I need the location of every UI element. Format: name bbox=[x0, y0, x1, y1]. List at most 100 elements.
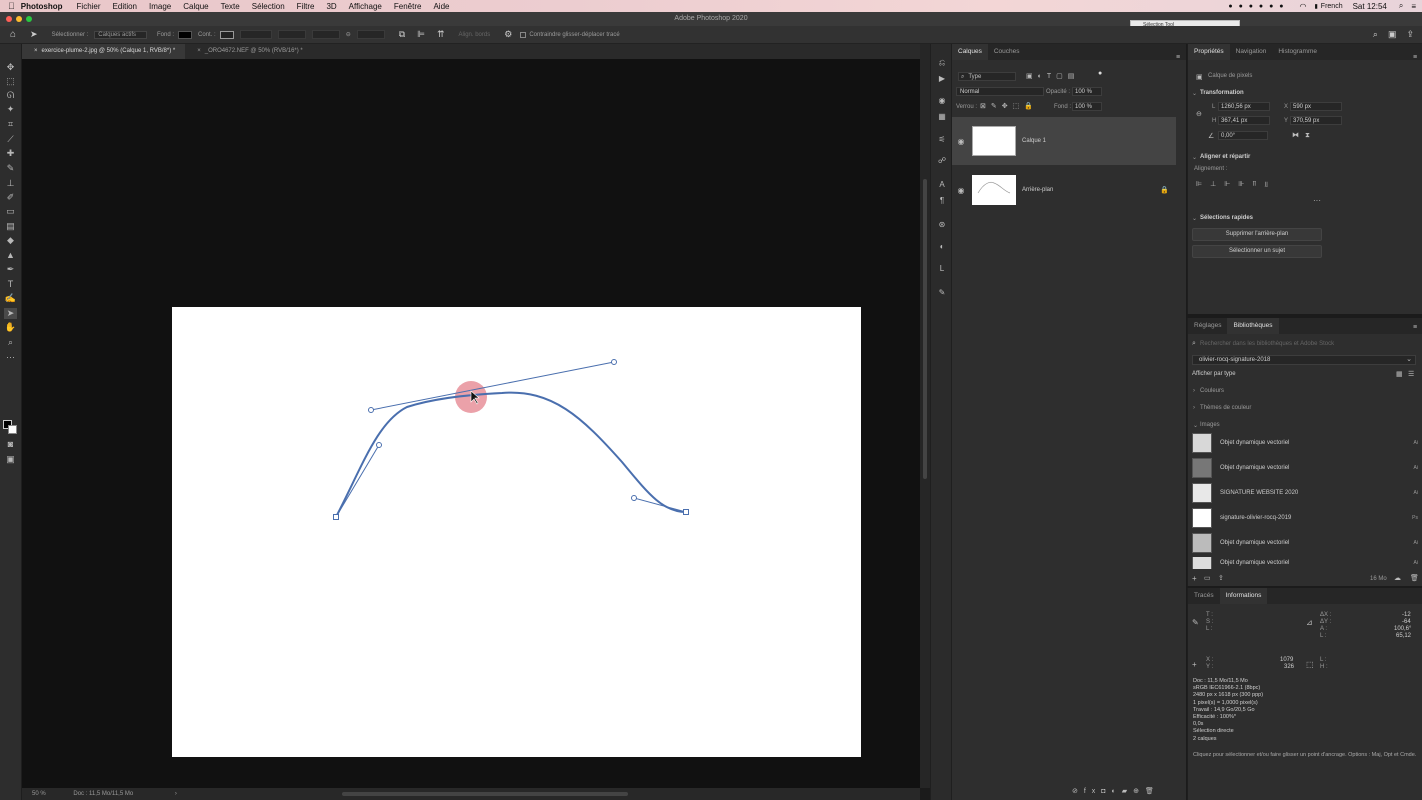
anchor-point[interactable] bbox=[683, 509, 689, 515]
actions-panel-icon[interactable]: ▶ bbox=[936, 74, 948, 84]
library-item[interactable]: SIGNATURE WEBSITE 2020 Ai bbox=[1192, 482, 1418, 504]
handle-point[interactable] bbox=[631, 495, 637, 501]
input-language[interactable]: French bbox=[1321, 3, 1343, 10]
marquee-tool-icon[interactable]: ⬚ bbox=[4, 76, 17, 87]
quick-mask-icon[interactable]: ◙ bbox=[4, 439, 17, 450]
3d-panel-icon[interactable]: ◉ bbox=[936, 96, 948, 106]
library-item[interactable]: Objet dynamique vectoriel Ai bbox=[1192, 457, 1418, 479]
screen-mode-icon[interactable]: ▣ bbox=[4, 454, 17, 465]
handle-point[interactable] bbox=[368, 407, 374, 413]
trash-icon[interactable]: 🗑 bbox=[1410, 574, 1419, 582]
pen-tool-icon[interactable]: ✒ bbox=[4, 264, 17, 275]
menu-aide[interactable]: Aide bbox=[433, 2, 449, 11]
align-icons[interactable]: ⊫⊥⊩⊪⫪⫫ bbox=[1196, 180, 1276, 189]
handle-point[interactable] bbox=[611, 359, 617, 365]
more-options-icon[interactable]: ··· bbox=[1313, 196, 1321, 205]
zoom-tool-icon[interactable]: ⌕ bbox=[4, 337, 17, 348]
pen-path[interactable] bbox=[172, 307, 861, 757]
library-item[interactable]: Objet dynamique vectoriel Ai bbox=[1192, 432, 1418, 454]
doc-size[interactable]: Doc : 11,5 Mo/11,5 Mo bbox=[73, 791, 133, 797]
visibility-eye-icon[interactable]: ◉ bbox=[952, 137, 970, 146]
stroke-type-dropdown[interactable] bbox=[277, 30, 306, 39]
direct-selection-tool-icon[interactable]: ➤ bbox=[4, 308, 17, 319]
crop-tool-icon[interactable]: ⌗ bbox=[4, 119, 17, 130]
brush-settings-icon[interactable]: ✎ bbox=[936, 288, 948, 298]
doc-tab-inactive[interactable]: × _ORO4672.NEF @ 50% (RVB/16*) * bbox=[185, 44, 313, 59]
chevron-down-icon[interactable]: ⌄ bbox=[1193, 422, 1198, 429]
more-tools-icon[interactable]: ··· bbox=[4, 352, 17, 363]
menu-app[interactable]: Photoshop bbox=[21, 2, 63, 11]
history-panel-icon[interactable]: ⎌ bbox=[936, 58, 948, 68]
hand-tool-icon[interactable]: ✋ bbox=[4, 322, 17, 333]
y-field[interactable]: 370,59 px bbox=[1290, 116, 1342, 125]
tab-traces[interactable]: Tracés bbox=[1188, 588, 1220, 604]
align-title[interactable]: Aligner et répartir bbox=[1200, 154, 1250, 160]
group-images[interactable]: Images bbox=[1200, 422, 1220, 428]
stamp-tool-icon[interactable]: ⊥ bbox=[4, 178, 17, 189]
apple-icon[interactable]:  bbox=[8, 1, 15, 11]
tool-preset-icon[interactable]: ➤ bbox=[30, 29, 38, 40]
stroke-swatch[interactable] bbox=[219, 30, 234, 39]
blend-mode-dropdown[interactable]: Normal bbox=[956, 87, 1044, 96]
search-icon[interactable]: ⌕ bbox=[1399, 1, 1403, 11]
chevron-down-icon[interactable]: ⌄ bbox=[1192, 154, 1197, 161]
path-arrangement-icon[interactable]: ⇈ bbox=[437, 29, 445, 40]
history-brush-tool-icon[interactable]: ✐ bbox=[4, 192, 17, 203]
handle-point[interactable] bbox=[376, 442, 382, 448]
anchor-point[interactable] bbox=[333, 514, 339, 520]
menu-image[interactable]: Image bbox=[149, 2, 171, 11]
tab-couches[interactable]: Couches bbox=[988, 44, 1026, 60]
select-subject-button[interactable]: Sélectionner un sujet bbox=[1192, 245, 1322, 258]
flip-icons[interactable]: ⧓⧗ bbox=[1292, 131, 1316, 140]
cloud-icon[interactable]: ☁ bbox=[1394, 574, 1401, 582]
lasso-tool-icon[interactable]: ᘏ bbox=[4, 90, 17, 101]
share-icon[interactable]: ⇪ bbox=[1406, 29, 1414, 40]
close-icon[interactable]: × bbox=[197, 48, 201, 54]
menu-list-icon[interactable]: ≡ bbox=[1411, 2, 1416, 11]
menu-texte[interactable]: Texte bbox=[221, 2, 240, 11]
menu-selection[interactable]: Sélection bbox=[252, 2, 285, 11]
width-field[interactable] bbox=[311, 30, 340, 39]
tab-navigation[interactable]: Navigation bbox=[1230, 44, 1273, 60]
gear-icon[interactable]: ⚙ bbox=[504, 29, 512, 40]
x-field[interactable]: 590 px bbox=[1290, 102, 1342, 111]
transform-title[interactable]: Transformation bbox=[1200, 90, 1244, 96]
tab-reglages[interactable]: Réglages bbox=[1188, 318, 1227, 334]
layer-filter-dropdown[interactable]: ⌕ Type bbox=[958, 72, 1016, 81]
panel-menu-icon[interactable]: ≡ bbox=[1176, 54, 1180, 61]
close-icon[interactable]: × bbox=[34, 48, 38, 54]
link-icon[interactable]: ⊖ bbox=[1196, 110, 1202, 118]
menu-fichier[interactable]: Fichier bbox=[77, 2, 101, 11]
navigator-panel-icon[interactable]: ⊛ bbox=[936, 220, 948, 230]
library-item[interactable]: Objet dynamique vectoriel Ai bbox=[1192, 532, 1418, 554]
home-icon[interactable]: ⌂ bbox=[10, 29, 16, 40]
search-icon[interactable]: ⌕ bbox=[1373, 29, 1378, 40]
layer-bottom-icons[interactable]: ⊘fx◘◐▰⊕🗑 bbox=[1072, 787, 1160, 795]
tab-calques[interactable]: Calques bbox=[952, 44, 988, 60]
angle-field[interactable]: 0,00° bbox=[1218, 131, 1268, 140]
path-alignment-icon[interactable]: ⊫ bbox=[417, 29, 425, 40]
minimize-window-button[interactable] bbox=[16, 16, 22, 22]
document-canvas[interactable] bbox=[172, 307, 861, 757]
panel-menu-icon[interactable]: ≡ bbox=[1413, 324, 1417, 331]
upload-icon[interactable]: ⇪ bbox=[1218, 574, 1224, 582]
opacity-field[interactable]: 100 % bbox=[1072, 87, 1102, 96]
filter-toggle-icon[interactable]: ● bbox=[1098, 70, 1102, 77]
tab-histogramme[interactable]: Histogramme bbox=[1272, 44, 1323, 60]
tab-proprietes[interactable]: Propriétés bbox=[1188, 44, 1230, 60]
lock-icons[interactable]: ⊠✎✥⬚🔒 bbox=[980, 102, 1038, 110]
gradient-tool-icon[interactable]: ▤ bbox=[4, 221, 17, 232]
healing-tool-icon[interactable]: ✚ bbox=[4, 148, 17, 159]
filter-icons[interactable]: ▣◐T▢▤ bbox=[1026, 72, 1079, 80]
horizontal-scrollbar[interactable] bbox=[342, 792, 628, 796]
eraser-tool-icon[interactable]: ▭ bbox=[4, 206, 17, 217]
library-item[interactable]: Objet dynamique vectoriel Ai bbox=[1192, 557, 1418, 569]
quick-actions-title[interactable]: Sélections rapides bbox=[1200, 215, 1253, 221]
dodge-tool-icon[interactable]: ▲ bbox=[4, 250, 17, 261]
character-panel-icon[interactable]: A bbox=[936, 180, 948, 190]
paragraph-panel-icon[interactable]: ¶ bbox=[936, 196, 948, 206]
layer-row[interactable]: ◉ Arrière-plan 🔒 bbox=[952, 166, 1176, 214]
stroke-width-field[interactable] bbox=[239, 30, 272, 39]
status-arrow-icon[interactable]: › bbox=[175, 791, 177, 797]
constrain-checkbox[interactable] bbox=[520, 31, 527, 38]
